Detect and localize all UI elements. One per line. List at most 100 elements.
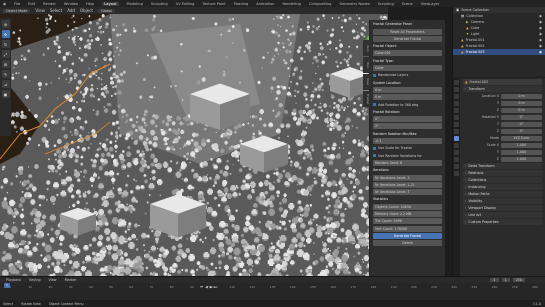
scene-selector[interactable]: Scene (402, 2, 413, 6)
workspace-tab-rendering[interactable]: Rendering (283, 2, 301, 6)
panel-field-12[interactable]: 0° (373, 116, 442, 123)
panel-field-20[interactable]: Nr Iterations Level: 3 (373, 174, 442, 181)
playhead[interactable]: 1 (4, 283, 10, 288)
properties-tab-icon[interactable] (454, 122, 459, 127)
rotate-icon[interactable]: ↻ (1, 40, 10, 48)
measure-icon[interactable]: ⊿ (1, 80, 10, 88)
jump-end-icon[interactable]: ⏭ (214, 285, 217, 289)
3d-viewport[interactable] (0, 14, 388, 276)
orientation-dropdown[interactable]: Global (97, 8, 115, 13)
panel-field-5[interactable]: Cube (373, 65, 442, 72)
menu-window[interactable]: Window (64, 2, 78, 6)
workspace-tab-compositing[interactable]: Compositing (309, 2, 332, 6)
view-layer-selector[interactable]: ViewLayer (421, 2, 440, 6)
workspace-tab-modeling[interactable]: Modeling (127, 2, 143, 6)
properties-tab-icon[interactable] (454, 108, 459, 113)
workspace-tab-geometry-nodes[interactable]: Geometry Nodes (339, 2, 369, 6)
properties-tab-icon[interactable] (454, 136, 459, 141)
properties-tab-icon[interactable] (454, 164, 459, 169)
properties-tab-icon[interactable] (454, 143, 459, 148)
property-value-field[interactable]: 0° (501, 128, 542, 134)
properties-tab-icon[interactable] (454, 94, 459, 99)
workspace-tab-animation[interactable]: Animation (256, 2, 274, 6)
panel-field-27[interactable]: Vert Count: 178580 (373, 225, 442, 232)
play-reverse-icon[interactable]: ◀ (205, 285, 208, 289)
eye-icon[interactable]: ◉ (539, 44, 542, 48)
start-frame-field[interactable]: 1 (501, 278, 510, 282)
menu-edit[interactable]: Edit (28, 2, 35, 6)
workspace-tab-scripting[interactable]: Scripting (378, 2, 394, 6)
sidebar-tab-item[interactable]: Item (363, 40, 370, 56)
panel-section-collections[interactable]: Collections (463, 177, 542, 183)
panel-checkbox-16[interactable]: Use Scale for Fractal (373, 145, 442, 151)
panel-section-custom-properties[interactable]: Custom Properties (463, 219, 542, 225)
panel-section-viewport-display[interactable]: Viewport Display (463, 205, 542, 211)
eye-icon[interactable]: ◉ (539, 50, 542, 54)
workspace-tab-layout[interactable]: Layout (102, 1, 119, 6)
panel-field-8[interactable]: 0 m (373, 86, 442, 93)
panel-checkbox-10[interactable]: Add Rotation to 360 deg (373, 102, 442, 108)
panel-field-26[interactable]: Tris Count: 5096 (373, 218, 442, 225)
panel-field-15[interactable]: -0.1 (373, 138, 442, 145)
property-value-field[interactable]: 0° (501, 114, 542, 120)
panel-field-24[interactable]: Objects Count: 10630 (373, 203, 442, 210)
panel-field-18[interactable]: Random Seed: 6 (373, 159, 442, 166)
property-value-field[interactable]: 1.000 (501, 142, 542, 148)
properties-tab-icon[interactable] (454, 87, 459, 92)
viewport-menu-select[interactable]: Select (50, 8, 62, 13)
outliner-item[interactable]: ▲ Fractal.003 ◉ (453, 49, 545, 55)
panel-section-instancing[interactable]: Instancing (463, 184, 542, 190)
panel-button-28[interactable]: Generate Fractal (373, 232, 442, 239)
property-value-field[interactable]: 1.000 (501, 156, 542, 162)
menu-help[interactable]: Help (86, 2, 94, 6)
annotate-icon[interactable]: ✎ (1, 70, 10, 78)
blender-logo-icon[interactable]: ◉ (3, 2, 6, 6)
mode-dropdown[interactable]: Object Mode (3, 8, 31, 13)
play-icon[interactable]: ▶ (210, 285, 213, 289)
eye-icon[interactable]: ◉ (539, 32, 542, 36)
property-value-field[interactable]: 0 m (501, 100, 542, 106)
properties-tab-icon[interactable] (454, 150, 459, 155)
panel-section-relations[interactable]: Relations (463, 170, 542, 176)
workspace-tab-shading[interactable]: Shading (234, 2, 249, 6)
panel-section-motion-paths[interactable]: Motion Paths (463, 191, 542, 197)
properties-tab-icon[interactable] (454, 157, 459, 162)
properties-tab-icon[interactable] (454, 101, 459, 106)
eye-icon[interactable]: ◉ (539, 38, 542, 42)
workspace-tab-uv-editing[interactable]: UV Editing (176, 2, 195, 6)
property-value-field[interactable]: 0° (501, 121, 542, 127)
timeline-menu-marker[interactable]: Marker (65, 278, 77, 282)
panel-section-visibility[interactable]: Visibility (463, 198, 542, 204)
viewport-menu-add[interactable]: Add (67, 8, 75, 13)
move-icon[interactable]: ✥ (1, 30, 10, 38)
cursor-icon[interactable]: ⊕ (1, 20, 10, 28)
add-cube-icon[interactable]: ▣ (1, 90, 10, 98)
eye-icon[interactable]: ◉ (539, 14, 542, 18)
scale-icon[interactable]: ⤢ (1, 50, 10, 58)
properties-tab-icon[interactable] (454, 115, 459, 120)
property-value-field[interactable]: 1.000 (501, 149, 542, 155)
panel-section-delta-transform[interactable]: Delta Transform (463, 163, 542, 169)
panel-button-29[interactable]: Delete (373, 240, 442, 247)
frame-ruler[interactable]: 0 10 20 30 40 50 60 70 80 90 100 110 120 130 140 150 160… (0, 285, 545, 290)
timeline-menu-playback[interactable]: Playback (6, 278, 21, 282)
viewport-menu-object[interactable]: Object (80, 8, 93, 13)
panel-button-0[interactable]: Reset All Parameters (373, 28, 442, 35)
viewport-menu-view[interactable]: View (35, 8, 45, 13)
property-value-field[interactable]: 0 m (501, 107, 542, 113)
timeline-menu-view[interactable]: View (49, 278, 57, 282)
panel-field-13[interactable]: 0° (373, 123, 442, 130)
panel-button-1[interactable]: Generate Fractal (373, 35, 442, 42)
sidebar-tab-fractal[interactable]: Fractal (363, 91, 370, 107)
property-value-field[interactable]: XYZ Euler (501, 135, 542, 141)
panel-field-9[interactable]: 0 m (373, 94, 442, 101)
current-frame-field[interactable]: 1 (490, 278, 499, 282)
menu-render[interactable]: Render (43, 2, 56, 6)
workspace-tab-texture-paint[interactable]: Texture Paint (202, 2, 225, 6)
properties-tab-icon[interactable] (454, 171, 459, 176)
panel-field-22[interactable]: Nr Iterations Level: 7 (373, 189, 442, 196)
panel-checkbox-17[interactable]: Use Random Variations for (373, 153, 442, 159)
panel-field-21[interactable]: Nr Iterations Level: 1.21 (373, 181, 442, 188)
panel-section-transform[interactable]: Transform (463, 86, 542, 92)
end-frame-field[interactable]: 250 (512, 278, 525, 282)
